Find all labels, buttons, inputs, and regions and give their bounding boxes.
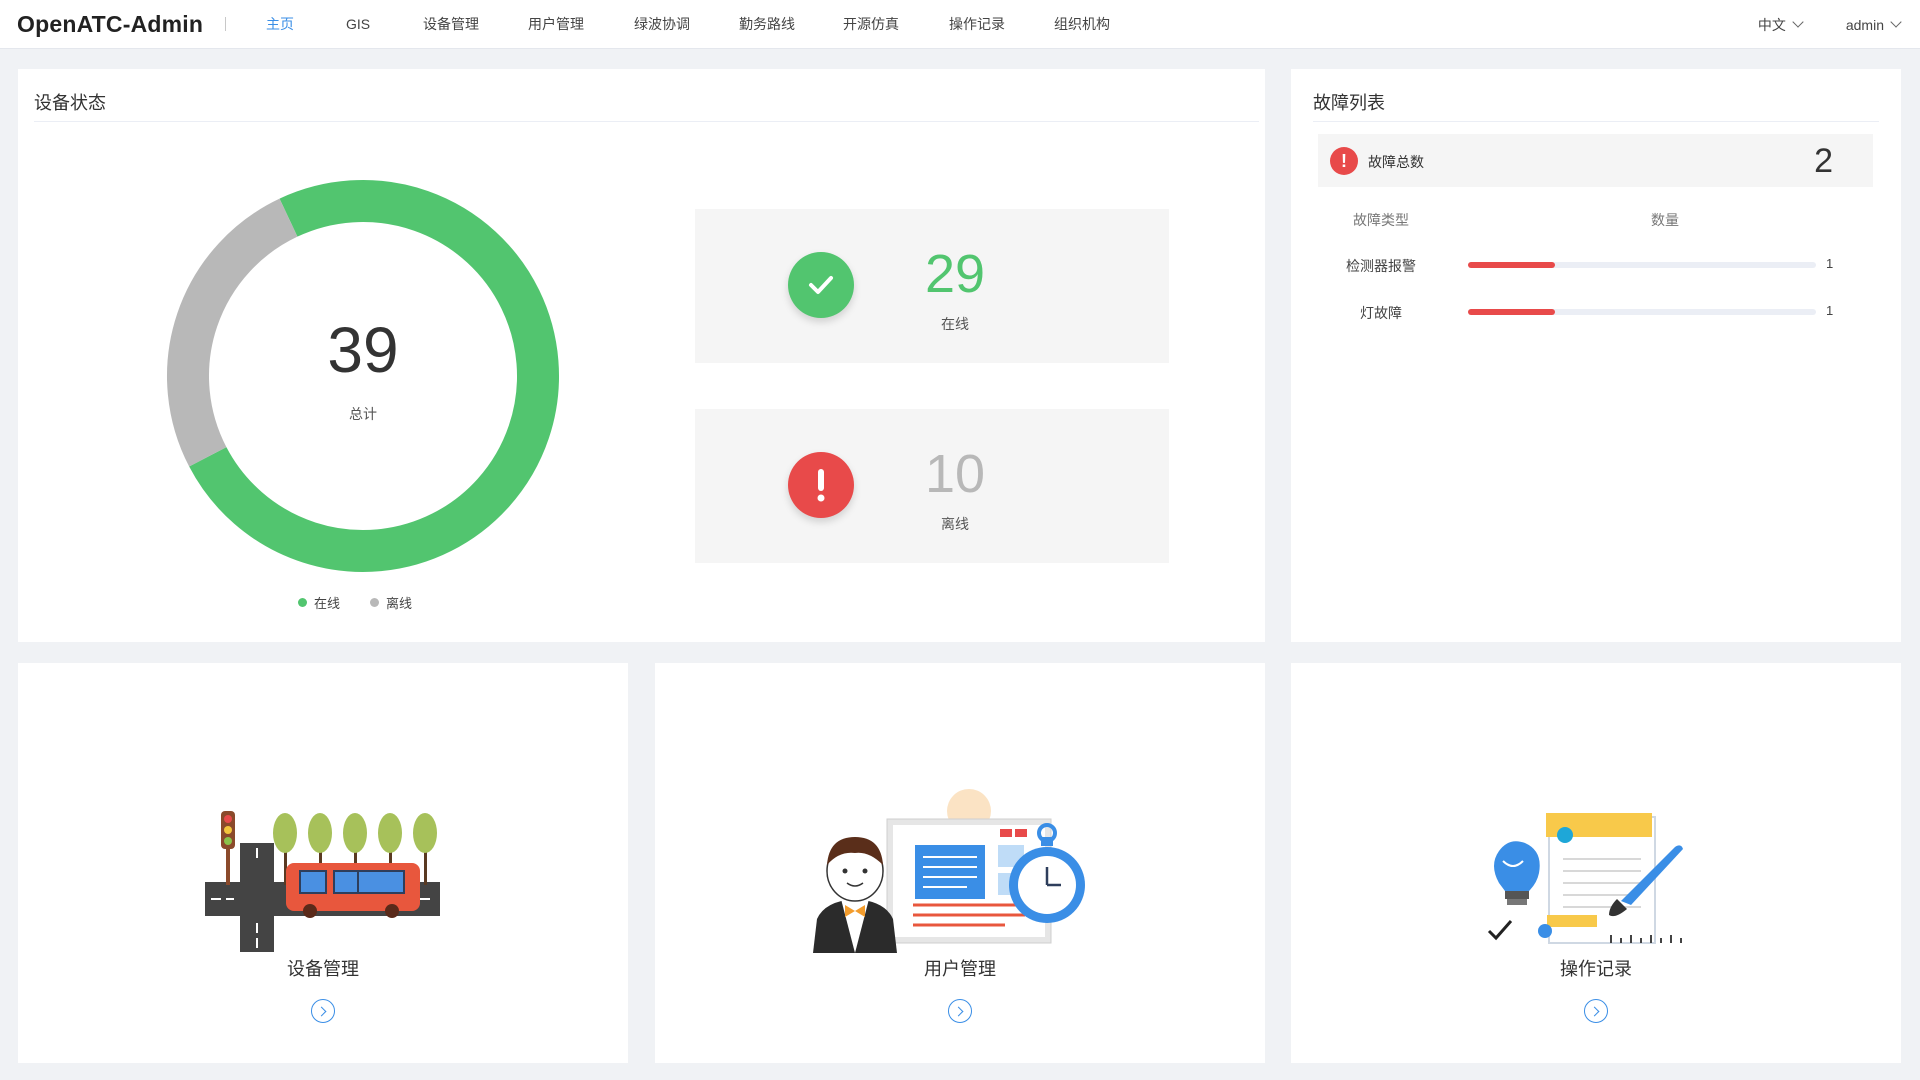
operation-log-illustration (1487, 813, 1683, 944)
user-management-label: 用户管理 (924, 959, 996, 979)
language-label: 中文 (1757, 16, 1786, 33)
chevron-right-icon (953, 1006, 964, 1016)
fault-total-label: 故障总数 (1368, 154, 1424, 170)
brand-logo[interactable]: OpenATC-Admin (17, 11, 203, 38)
user-management-illustration (813, 789, 1085, 953)
fault-type: 灯故障 (1360, 305, 1402, 321)
fault-type-header: 故障类型 (1353, 212, 1409, 228)
fault-list-title: 故障列表 (1313, 93, 1385, 113)
nav-item-7[interactable]: 操作记录 (949, 0, 1005, 49)
user-dropdown[interactable]: admin (1845, 16, 1902, 33)
fault-row: 检测器报警 1 (1291, 256, 1901, 276)
fault-progress-track (1468, 309, 1816, 315)
chevron-right-icon (1589, 1006, 1600, 1016)
language-dropdown[interactable]: 中文 (1757, 15, 1804, 35)
offline-stat-box: 10 离线 (695, 409, 1169, 563)
chevron-down-icon (1792, 16, 1804, 28)
nav-item-2[interactable]: 设备管理 (423, 0, 479, 49)
card-divider (34, 121, 1259, 122)
legend-dot-online (298, 598, 307, 607)
chevron-right-icon (316, 1006, 327, 1016)
legend-dot-offline (370, 598, 380, 607)
fault-total-value: 2 (1814, 142, 1833, 180)
fault-count-header: 数量 (1651, 212, 1679, 228)
legend-item-online[interactable]: 在线 (298, 593, 340, 612)
offline-count: 10 (924, 444, 986, 504)
device-status-card: 设备状态 39 总计 在线 离线 29 在线 10 离线 (18, 69, 1265, 642)
legend-label-online: 在线 (314, 596, 341, 611)
nav-item-8[interactable]: 组织机构 (1054, 0, 1110, 49)
online-label: 在线 (941, 316, 969, 332)
nav-item-5[interactable]: 勤务路线 (739, 0, 795, 49)
fault-progress-track (1468, 262, 1816, 268)
fault-count: 1 (1826, 256, 1834, 271)
online-count: 29 (924, 244, 986, 304)
user-name: admin (1845, 16, 1884, 33)
legend-item-offline[interactable]: 离线 (370, 593, 412, 612)
offline-label: 离线 (941, 516, 969, 532)
fault-count: 1 (1826, 303, 1834, 318)
check-icon (788, 252, 854, 318)
header-right: 中文 admin (1757, 0, 1902, 49)
operation-log-enter-button[interactable] (1584, 999, 1608, 1023)
fault-row: 灯故障 1 (1291, 303, 1901, 323)
operation-log-label: 操作记录 (1560, 959, 1632, 979)
device-management-label: 设备管理 (287, 959, 359, 979)
chevron-down-icon (1890, 16, 1902, 28)
exclamation-icon (788, 452, 854, 518)
top-navbar: OpenATC-Admin 主页 GIS 设备管理 用户管理 绿波协调 勤务路线 开源仿真 操… (0, 0, 1920, 49)
fault-type: 检测器报警 (1346, 258, 1416, 274)
fault-progress-fill (1468, 262, 1555, 268)
device-total-value: 39 (327, 314, 399, 386)
online-stat-box: 29 在线 (695, 209, 1169, 363)
device-status-donut: 39 总计 (163, 176, 563, 576)
fault-list-card: 故障列表 ! 故障总数 2 故障类型 数量 检测器报警 1 灯故障 1 (1291, 69, 1901, 642)
device-management-illustration (205, 811, 440, 952)
alert-icon: ! (1330, 147, 1358, 175)
donut-legend: 在线 离线 (298, 593, 442, 612)
device-total-label: 总计 (349, 406, 377, 422)
nav-item-0[interactable]: 主页 (266, 0, 294, 49)
nav-item-3[interactable]: 用户管理 (528, 0, 584, 49)
fault-progress-fill (1468, 309, 1555, 315)
nav-item-4[interactable]: 绿波协调 (634, 0, 690, 49)
user-management-card[interactable]: 用户管理 (655, 663, 1265, 1063)
user-management-enter-button[interactable] (948, 999, 972, 1023)
donut-center: 39 总计 (163, 176, 563, 576)
device-management-card[interactable]: 设备管理 (18, 663, 628, 1063)
brand-separator (225, 17, 227, 31)
nav-item-6[interactable]: 开源仿真 (843, 0, 899, 49)
device-status-title: 设备状态 (34, 93, 106, 113)
fault-total-bar: ! 故障总数 2 (1318, 134, 1873, 187)
legend-label-offline: 离线 (386, 596, 413, 611)
card-divider (1313, 121, 1879, 122)
operation-log-card[interactable]: 操作记录 (1291, 663, 1901, 1063)
nav-item-1[interactable]: GIS (346, 0, 370, 49)
device-management-enter-button[interactable] (311, 999, 335, 1023)
